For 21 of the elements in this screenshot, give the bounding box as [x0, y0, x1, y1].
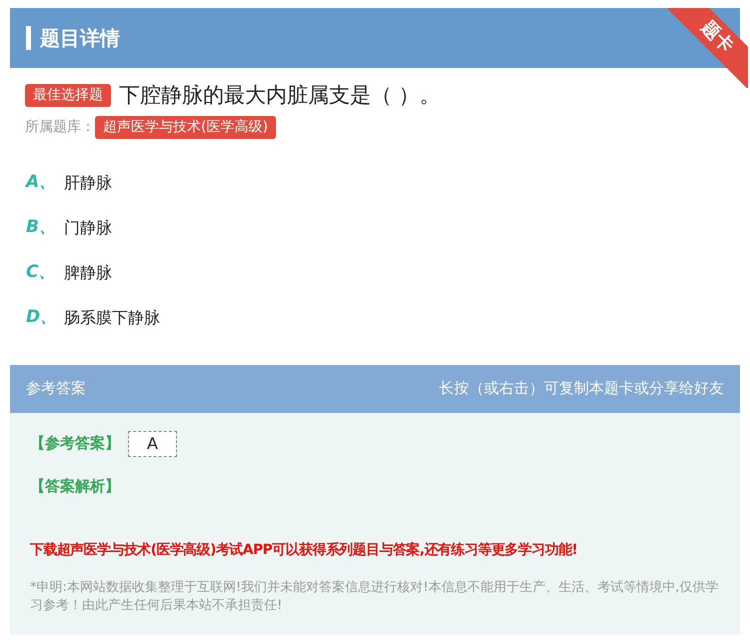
option-letter: B、 [26, 216, 57, 240]
share-hint: 长按（或右击）可复制本题卡或分享给好友 [439, 378, 724, 400]
option-text: 门静脉 [64, 217, 112, 239]
bank-label: 所属题库： [25, 118, 95, 136]
option-letter: C、 [26, 261, 56, 284]
answer-value: A [128, 430, 177, 456]
promo-text: 下载超声医学与技术(医学高级)考试APP可以获得系列题目与答案,还有练习等更多学习功能! [30, 540, 578, 560]
option-letter: A、 [26, 171, 58, 194]
bank-tag[interactable]: 超声医学与技术(医学高级) [95, 116, 276, 138]
option-text: 脾静脉 [64, 262, 112, 284]
header-title: 题目详情 [40, 25, 120, 52]
answer-title: 参考答案 [26, 378, 86, 400]
header-accent [26, 26, 31, 50]
option-letter: D、 [26, 306, 58, 330]
analysis-label: 【答案解析】 [30, 476, 120, 496]
question-type-tag: 最佳选择题 [25, 84, 111, 108]
option-text: 肠系膜下静脉 [64, 307, 160, 329]
disclaimer-text: *申明:本网站数据收集整理于互联网!我们并未能对答案信息进行核对!本信息不能用于生产、生活、考试等情境中,仅供学习参考！由此产生任何后果本站不承担责任! [30, 578, 720, 614]
option-text: 肝静脉 [64, 172, 112, 194]
answer-label: 【参考答案】 [30, 433, 120, 454]
question-text: 下腔静脉的最大内脏属支是（ ）。 [119, 82, 441, 109]
